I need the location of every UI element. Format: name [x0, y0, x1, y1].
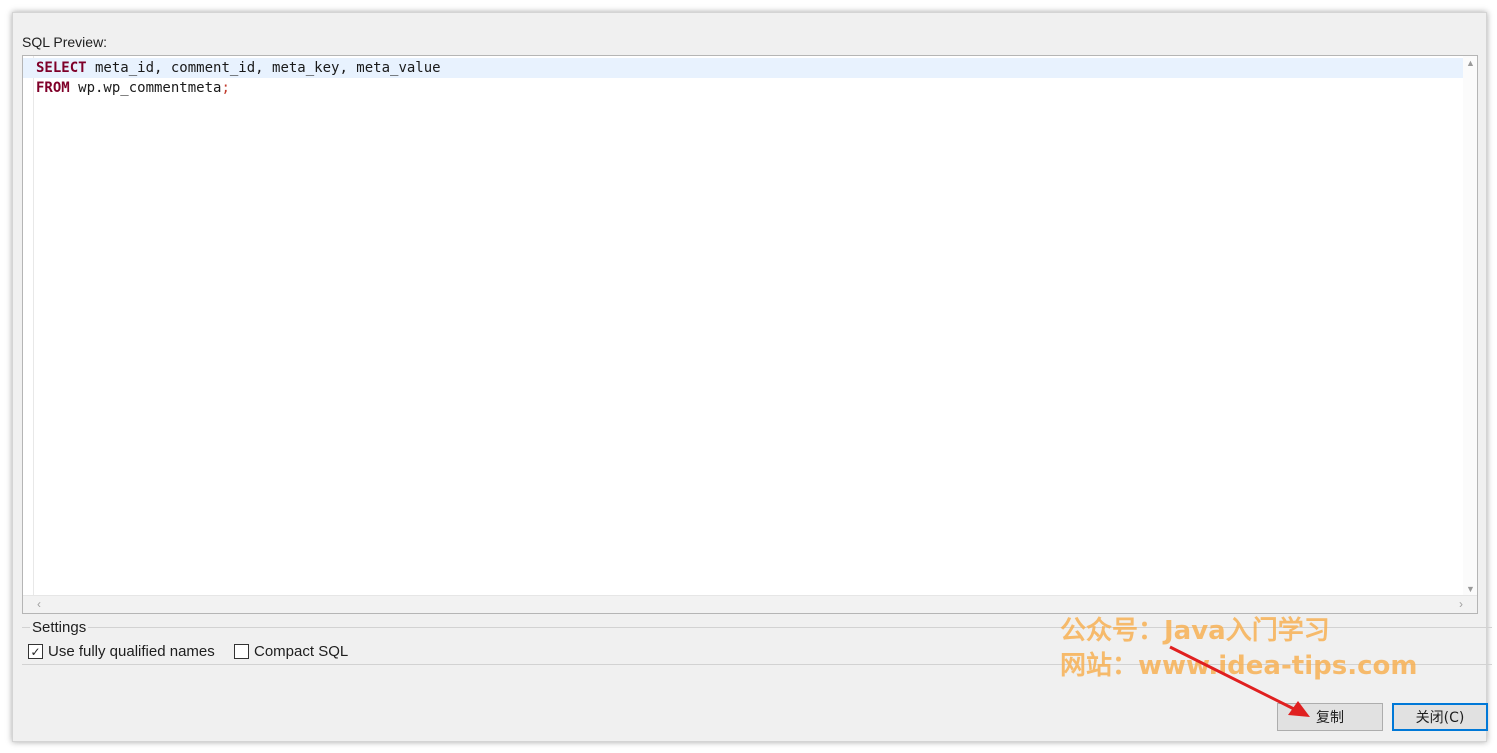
editor-gutter — [23, 56, 34, 596]
sql-text: meta_id, comment_id, meta_key, meta_valu… — [86, 60, 441, 76]
sql-keyword: SELECT — [36, 60, 87, 76]
sql-terminator: ; — [221, 80, 230, 96]
scroll-right-icon[interactable]: › — [1459, 597, 1463, 611]
annotation-arrow-icon — [1169, 645, 1310, 717]
fully-qualified-checkbox[interactable]: ✓ — [28, 644, 43, 659]
sql-preview-label: SQL Preview: — [22, 34, 108, 50]
sql-keyword: FROM — [36, 80, 70, 96]
close-button[interactable]: 关闭(C) — [1392, 703, 1488, 731]
sql-text: wp.wp_commentmeta — [69, 80, 222, 96]
sql-editor[interactable]: SELECT meta_id, comment_id, meta_key, me… — [22, 55, 1478, 614]
vertical-scrollbar[interactable]: ▲ ▼ — [1463, 56, 1477, 596]
sql-code[interactable]: SELECT meta_id, comment_id, meta_key, me… — [23, 58, 1463, 98]
code-line: FROM wp.wp_commentmeta; — [23, 78, 1463, 98]
compact-sql-option[interactable]: Compact SQL — [234, 643, 348, 660]
code-line: SELECT meta_id, comment_id, meta_key, me… — [23, 58, 1463, 78]
compact-sql-label: Compact SQL — [254, 643, 349, 660]
scroll-up-icon[interactable]: ▲ — [1466, 58, 1475, 68]
scroll-left-icon[interactable]: ‹ — [37, 597, 41, 611]
fully-qualified-option[interactable]: ✓ Use fully qualified names — [28, 643, 215, 660]
fully-qualified-label: Use fully qualified names — [48, 643, 215, 660]
settings-title: Settings — [30, 619, 89, 636]
scroll-down-icon[interactable]: ▼ — [1466, 584, 1475, 594]
compact-sql-checkbox[interactable] — [234, 644, 249, 659]
